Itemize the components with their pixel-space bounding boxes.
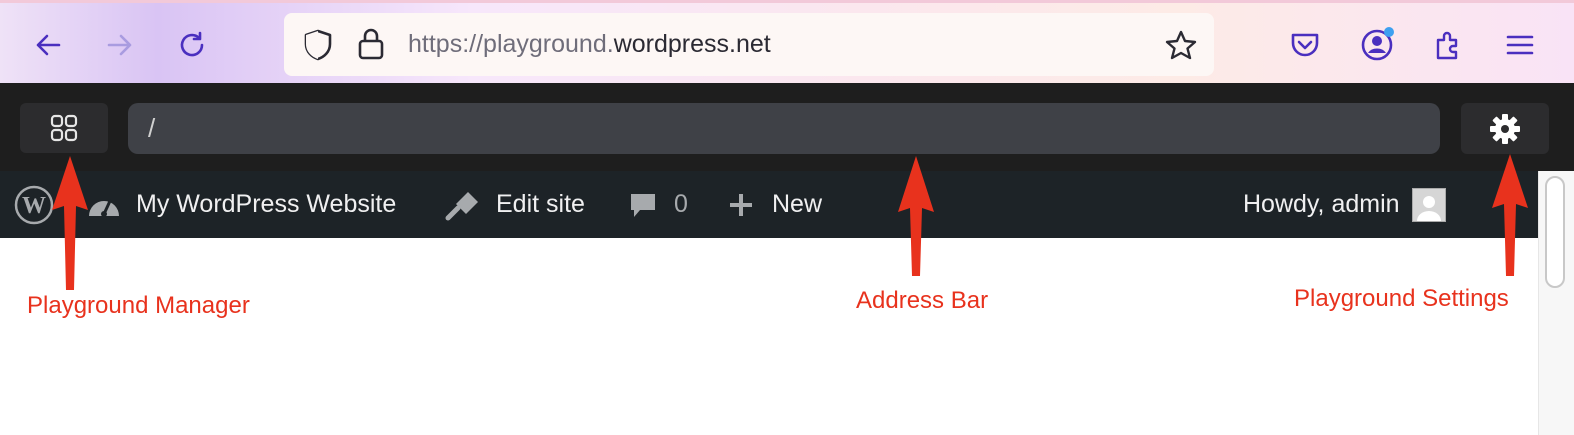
- annotation-arrow-settings: [1492, 154, 1528, 276]
- playground-toolbar: /: [0, 83, 1574, 171]
- annotation-address-bar: Address Bar: [856, 287, 989, 314]
- reload-icon: [180, 31, 204, 57]
- pocket-button[interactable]: [1287, 27, 1323, 63]
- shield-icon[interactable]: [302, 28, 334, 62]
- browser-url-bar[interactable]: https://playground.wordpress.net: [284, 13, 1214, 76]
- annotation-arrow-address: [898, 156, 934, 276]
- avatar: [1411, 187, 1446, 222]
- lock-icon[interactable]: [356, 27, 386, 61]
- comments-count: 0: [674, 190, 688, 218]
- playground-settings-button[interactable]: [1461, 103, 1549, 154]
- menu-button[interactable]: [1502, 27, 1538, 63]
- site-name-menu[interactable]: My WordPress Website: [86, 171, 396, 238]
- reload-button[interactable]: [172, 25, 212, 65]
- annotation-playground-settings: Playground Settings: [1294, 285, 1509, 312]
- extensions-button[interactable]: [1431, 27, 1467, 63]
- hamburger-menu-icon: [1506, 35, 1534, 55]
- forward-arrow-icon: [107, 34, 132, 56]
- back-arrow-icon: [36, 34, 61, 56]
- new-label: New: [772, 190, 823, 218]
- star-icon[interactable]: [1164, 29, 1198, 61]
- my-account-menu[interactable]: Howdy, admin: [1243, 171, 1446, 238]
- grid-icon: [50, 114, 78, 142]
- user-silhouette-icon: [1416, 195, 1441, 221]
- forward-button[interactable]: [100, 25, 140, 65]
- brush-icon: [445, 191, 478, 220]
- scrollbar-thumb[interactable]: [1545, 176, 1565, 288]
- playground-manager-button[interactable]: [20, 103, 108, 153]
- browser-url-text: https://playground.wordpress.net: [408, 30, 771, 58]
- plus-icon: [730, 193, 752, 216]
- pocket-icon: [1291, 33, 1319, 57]
- svg-text:W: W: [22, 193, 46, 219]
- gear-icon: [1490, 113, 1520, 144]
- annotation-arrow-manager: [52, 156, 88, 290]
- comments-link[interactable]: 0: [628, 171, 688, 238]
- account-button[interactable]: [1359, 27, 1395, 63]
- browser-toolbar: https://playground.wordpress.net: [0, 0, 1574, 83]
- comment-bubble-icon: [631, 193, 655, 217]
- playground-address-input[interactable]: /: [128, 103, 1440, 154]
- account-icon: [1361, 27, 1394, 61]
- new-content-menu[interactable]: New: [728, 171, 822, 238]
- edit-site-label: Edit site: [496, 190, 585, 218]
- edit-site-link[interactable]: Edit site: [444, 171, 585, 238]
- wp-admin-bar: W My WordPress Website Edit site 0 New H…: [0, 171, 1574, 238]
- annotation-playground-manager: Playground Manager: [27, 292, 250, 319]
- site-name-label: My WordPress Website: [136, 190, 397, 218]
- back-button[interactable]: [28, 25, 68, 65]
- puzzle-icon: [1436, 31, 1458, 60]
- howdy-label: Howdy, admin: [1243, 190, 1400, 218]
